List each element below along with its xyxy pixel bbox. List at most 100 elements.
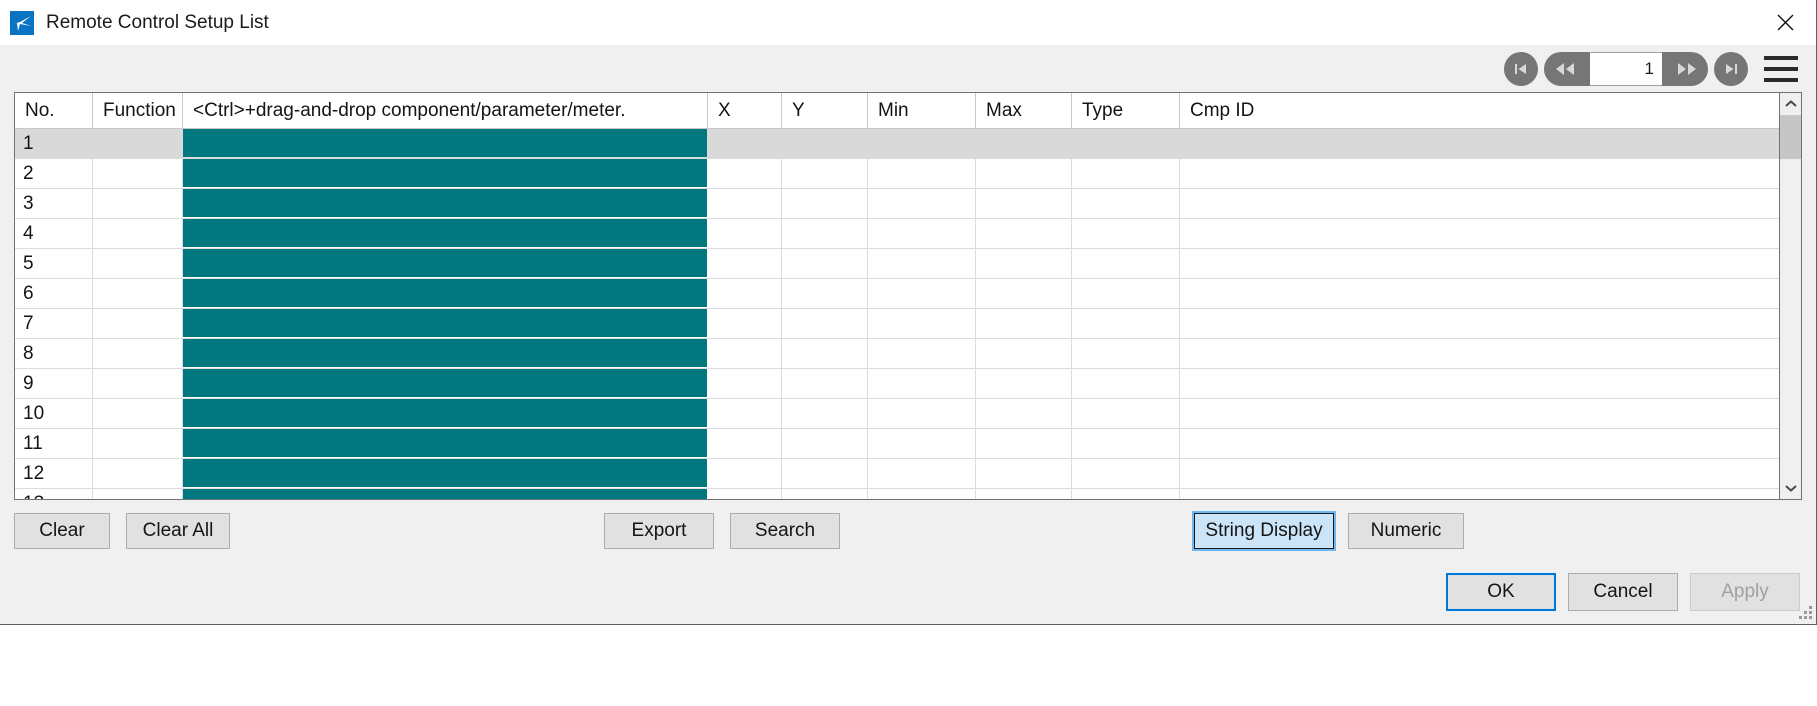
export-button[interactable]: Export [604, 513, 714, 549]
ok-button[interactable]: OK [1446, 573, 1556, 611]
cell-dropzone[interactable] [183, 189, 708, 219]
cell-y[interactable] [782, 249, 868, 279]
table-row[interactable]: 4 [15, 219, 1779, 249]
column-header-max[interactable]: Max [976, 93, 1072, 128]
table-row[interactable]: 2 [15, 159, 1779, 189]
cell-no[interactable]: 4 [15, 219, 93, 249]
cell-min[interactable] [868, 129, 976, 159]
cell-type[interactable] [1072, 129, 1180, 159]
cell-no[interactable]: 6 [15, 279, 93, 309]
cell-dropzone[interactable] [183, 249, 708, 279]
cell-max[interactable] [976, 159, 1072, 189]
cell-no[interactable]: 3 [15, 189, 93, 219]
next-page-button[interactable] [1662, 52, 1708, 86]
chevron-up-icon[interactable] [1780, 93, 1802, 115]
table-row[interactable]: 8 [15, 339, 1779, 369]
cell-max[interactable] [976, 459, 1072, 489]
cell-dropzone[interactable] [183, 219, 708, 249]
drop-target-bar[interactable] [183, 159, 707, 187]
table-row[interactable]: 3 [15, 189, 1779, 219]
cell-min[interactable] [868, 489, 976, 499]
cell-y[interactable] [782, 339, 868, 369]
cell-no[interactable]: 8 [15, 339, 93, 369]
cell-x[interactable] [708, 219, 782, 249]
cell-type[interactable] [1072, 399, 1180, 429]
cell-min[interactable] [868, 249, 976, 279]
cell-y[interactable] [782, 459, 868, 489]
cell-function[interactable] [93, 429, 183, 459]
cell-min[interactable] [868, 309, 976, 339]
table-row[interactable]: 1 [15, 129, 1779, 159]
cell-y[interactable] [782, 219, 868, 249]
last-page-button[interactable] [1714, 52, 1748, 86]
cell-no[interactable]: 11 [15, 429, 93, 459]
cell-max[interactable] [976, 429, 1072, 459]
cell-min[interactable] [868, 159, 976, 189]
cell-x[interactable] [708, 489, 782, 499]
cell-min[interactable] [868, 279, 976, 309]
string-display-button[interactable]: String Display [1194, 513, 1334, 549]
table-row[interactable]: 12 [15, 459, 1779, 489]
clear-all-button[interactable]: Clear All [126, 513, 230, 549]
cell-function[interactable] [93, 279, 183, 309]
cell-y[interactable] [782, 369, 868, 399]
column-header-function[interactable]: Function [93, 93, 183, 128]
cell-type[interactable] [1072, 339, 1180, 369]
cell-min[interactable] [868, 189, 976, 219]
drop-target-bar[interactable] [183, 279, 707, 307]
cell-no[interactable]: 13 [15, 489, 93, 499]
column-header-type[interactable]: Type [1072, 93, 1180, 128]
previous-page-button[interactable] [1544, 52, 1590, 86]
cell-y[interactable] [782, 309, 868, 339]
chevron-down-icon[interactable] [1780, 477, 1802, 499]
page-number-input[interactable] [1590, 52, 1662, 86]
cell-cmp-id[interactable] [1180, 489, 1779, 499]
table-row[interactable]: 10 [15, 399, 1779, 429]
cell-type[interactable] [1072, 369, 1180, 399]
numeric-button[interactable]: Numeric [1348, 513, 1464, 549]
table-row[interactable]: 11 [15, 429, 1779, 459]
drop-target-bar[interactable] [183, 309, 707, 337]
cell-cmp-id[interactable] [1180, 219, 1779, 249]
column-header-min[interactable]: Min [868, 93, 976, 128]
resize-grip[interactable] [1799, 605, 1813, 619]
cell-function[interactable] [93, 159, 183, 189]
cell-dropzone[interactable] [183, 309, 708, 339]
cell-no[interactable]: 1 [15, 129, 93, 159]
cell-y[interactable] [782, 489, 868, 499]
cell-type[interactable] [1072, 309, 1180, 339]
cell-x[interactable] [708, 189, 782, 219]
table-grid[interactable]: No. Function <Ctrl>+drag-and-drop compon… [15, 93, 1779, 499]
close-icon[interactable] [1754, 0, 1816, 45]
cell-x[interactable] [708, 399, 782, 429]
column-header-no[interactable]: No. [15, 93, 93, 128]
cell-x[interactable] [708, 129, 782, 159]
cell-y[interactable] [782, 129, 868, 159]
cell-cmp-id[interactable] [1180, 129, 1779, 159]
column-header-dropzone[interactable]: <Ctrl>+drag-and-drop component/parameter… [183, 93, 708, 128]
cell-function[interactable] [93, 399, 183, 429]
table-row[interactable]: 6 [15, 279, 1779, 309]
table-row[interactable]: 13 [15, 489, 1779, 499]
cell-x[interactable] [708, 459, 782, 489]
cell-dropzone[interactable] [183, 369, 708, 399]
drop-target-bar[interactable] [183, 399, 707, 427]
cell-cmp-id[interactable] [1180, 459, 1779, 489]
cell-no[interactable]: 7 [15, 309, 93, 339]
cell-dropzone[interactable] [183, 459, 708, 489]
column-header-cmp-id[interactable]: Cmp ID [1180, 93, 1779, 128]
cell-function[interactable] [93, 309, 183, 339]
cell-cmp-id[interactable] [1180, 399, 1779, 429]
cell-cmp-id[interactable] [1180, 369, 1779, 399]
cell-type[interactable] [1072, 429, 1180, 459]
cell-y[interactable] [782, 189, 868, 219]
cell-dropzone[interactable] [183, 399, 708, 429]
scrollbar-thumb[interactable] [1780, 115, 1802, 159]
cell-max[interactable] [976, 249, 1072, 279]
cell-max[interactable] [976, 369, 1072, 399]
cell-max[interactable] [976, 399, 1072, 429]
drop-target-bar[interactable] [183, 249, 707, 277]
cell-min[interactable] [868, 369, 976, 399]
cell-y[interactable] [782, 429, 868, 459]
column-header-x[interactable]: X [708, 93, 782, 128]
